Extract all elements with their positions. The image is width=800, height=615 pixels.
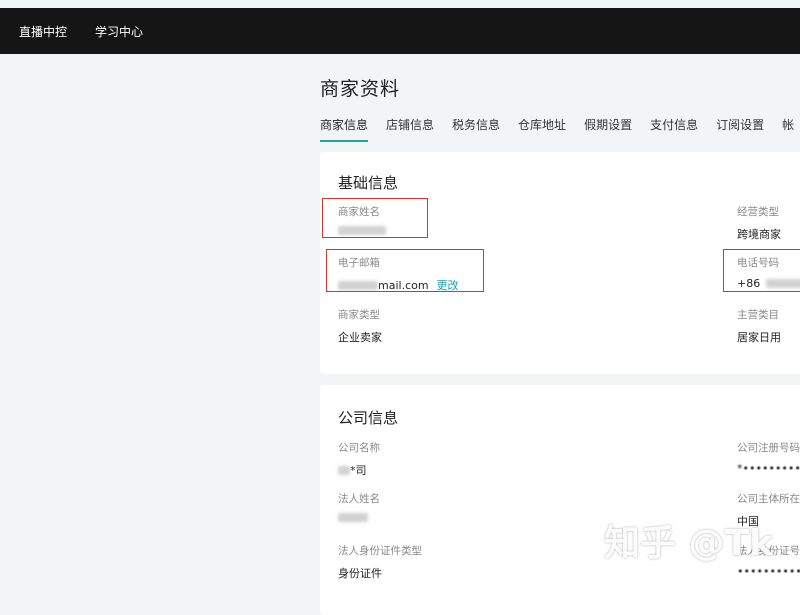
phone-value: +86	[737, 277, 800, 290]
business-type-field: 经营类型 跨境商家	[737, 204, 781, 242]
phone-prefix: +86	[737, 277, 761, 290]
company-name-value: *司	[338, 462, 380, 478]
legal-name-field: 法人姓名	[338, 491, 380, 522]
legal-name-label: 法人姓名	[338, 493, 380, 505]
redacted-text	[338, 226, 386, 235]
tab-holiday-settings[interactable]: 假期设置	[584, 116, 632, 142]
id-type-label: 法人身份证件类型	[338, 545, 422, 557]
legal-name-value	[338, 513, 380, 522]
tab-store-info[interactable]: 店铺信息	[386, 116, 434, 142]
redacted-text	[338, 465, 350, 475]
company-location-label: 公司主体所在	[737, 493, 800, 505]
company-name-suffix: *司	[350, 464, 367, 477]
company-name-field: 公司名称 *司	[338, 440, 380, 478]
page-title: 商家资料	[320, 78, 401, 100]
phone-field: 电话号码 +86	[737, 255, 800, 290]
reg-number-value: *••••••••••	[737, 462, 800, 475]
email-label: 电子邮箱	[338, 257, 380, 269]
tab-account[interactable]: 帐	[782, 116, 794, 142]
top-nav-bar: 直播中控 学习中心	[0, 8, 800, 54]
company-info-title: 公司信息	[338, 409, 399, 427]
redacted-text	[338, 513, 368, 522]
watermark: 知乎 @Tk	[604, 523, 774, 564]
main-category-label: 主营类目	[737, 309, 779, 321]
merchant-type-field: 商家类型 企业卖家	[338, 307, 382, 345]
id-type-value: 身份证件	[338, 567, 382, 580]
merchant-name-label: 商家姓名	[338, 206, 380, 218]
tab-merchant-info[interactable]: 商家信息	[320, 116, 369, 142]
email-field: 电子邮箱 mail.com 更改	[338, 255, 459, 293]
id-type-field: 法人身份证件类型 身份证件	[338, 543, 422, 581]
nav-learning-center[interactable]: 学习中心	[95, 23, 143, 40]
tab-tax-info[interactable]: 税务信息	[452, 116, 500, 142]
basic-info-title: 基础信息	[338, 174, 399, 192]
company-info-card: 公司信息 公司名称 *司 公司注册号码 *•••••••••• 法人姓名 公司主…	[320, 385, 800, 615]
redacted-text	[338, 280, 378, 290]
merchant-type-label: 商家类型	[338, 309, 380, 321]
email-value: mail.com 更改	[338, 277, 459, 293]
email-domain: mail.com	[378, 278, 429, 292]
nav-live-control[interactable]: 直播中控	[19, 23, 67, 40]
tab-bar: 商家信息 店铺信息 税务信息 仓库地址 假期设置 支付信息 订阅设置 帐	[320, 116, 800, 142]
tab-subscription-settings[interactable]: 订阅设置	[716, 116, 764, 142]
merchant-name-value	[338, 226, 386, 235]
reg-number-label: 公司注册号码	[737, 442, 800, 454]
redacted-text	[766, 279, 800, 288]
main-category-field: 主营类目 居家日用	[737, 307, 781, 345]
company-name-label: 公司名称	[338, 442, 380, 454]
basic-info-card: 基础信息 商家姓名 经营类型 跨境商家 电子邮箱 mail.com 更改 电话号…	[320, 152, 800, 374]
business-type-label: 经营类型	[737, 206, 779, 218]
main-category-value: 居家日用	[737, 331, 781, 344]
tab-payment-info[interactable]: 支付信息	[650, 116, 698, 142]
business-type-value: 跨境商家	[737, 228, 781, 241]
tab-warehouse-address[interactable]: 仓库地址	[518, 116, 566, 142]
merchant-type-value: 企业卖家	[338, 331, 382, 344]
id-number-value: ••••••••••	[737, 565, 800, 578]
change-email-link[interactable]: 更改	[437, 277, 459, 293]
reg-number-field: 公司注册号码 *••••••••••	[737, 440, 800, 475]
merchant-name-field: 商家姓名	[338, 204, 386, 235]
phone-label: 电话号码	[737, 257, 779, 269]
